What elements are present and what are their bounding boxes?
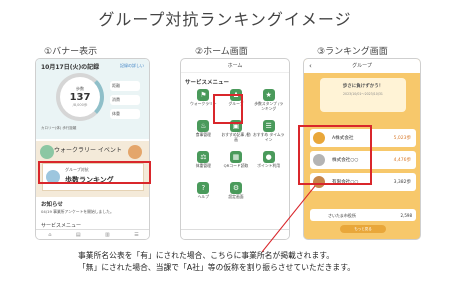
own-group-name: さいたま市役所 [328,213,356,218]
menu-item-qr[interactable]: ▦ QRコード読取 [220,150,253,176]
page-title: グループ対抗ランキングイメージ [98,10,352,29]
goal-card: 歩さに負けずかう！ 2023/10/01〜2023/10/31 [320,78,406,112]
rank-value: 3,382歩 [393,180,411,185]
see-more-button[interactable]: もっと見る [340,225,386,233]
own-group-row[interactable]: さいたま市役所 2,598 [310,209,416,221]
gear-icon: ⚙ [229,182,242,194]
walk-icon: ⚑ [197,89,210,101]
side-stat-calorie[interactable]: 消費 [110,95,140,105]
menu-item-weight[interactable]: ⚖ 体重管理 [187,150,220,176]
notice-heading: お知らせ [41,202,63,208]
service-menu-heading: サービスメニュー [41,223,82,229]
person-illustration-icon [40,145,54,159]
steps-goal: /8,000歩 [72,103,88,107]
ranking-header-title: グループ [352,63,372,69]
section-label-ranking: ③ランキング画面 [317,47,388,57]
menu-item-timeline[interactable]: ☰ おすすめ タイムライン [252,119,285,145]
qr-icon: ▦ [229,151,242,163]
section-label-home: ②ホーム画面 [195,47,248,57]
daily-record-panel: 10月17日(火)の記録 記録の詳しい 歩数 137 /8,000歩 距離 消費… [36,59,149,139]
side-stat-distance[interactable]: 距離 [110,81,140,91]
bottom-tab-bar: ⌂ ▤ ▥ ☰ [36,229,149,239]
steps-count: 137 [69,92,91,103]
phone-banner-screen: 10月17日(火)の記録 記録の詳しい 歩数 137 /8,000歩 距離 消費… [35,58,150,240]
point-icon: ● [262,151,275,163]
menu-item-points[interactable]: ● ポイント利用 [252,150,285,176]
timeline-icon: ☰ [262,120,275,132]
section-label-banner: ①バナー表示 [44,47,98,57]
goal-title: 歩さに負けずかう！ [342,84,384,89]
service-menu-heading: サービスメニュー [185,80,230,86]
menu-item-step-ranking[interactable]: ★ 歩数スタンプ /ランキング [252,88,285,114]
highlight-ranking-list [298,125,372,185]
menu-item-settings[interactable]: ⚙ 設定画面 [220,181,253,207]
side-stat-weight[interactable]: 体重 [110,109,140,119]
event-title: ウォークラリー イベント [54,147,122,154]
help-icon: ? [197,182,210,194]
calorie-row: カロリー(体) 歩行距離 [41,126,77,130]
menu-item-help[interactable]: ? ヘルプ [187,181,220,207]
goal-period: 2023/10/01〜2023/10/31 [343,92,383,96]
scale-icon: ⚖ [197,151,210,163]
phone-home-screen: ホーム サービスメニュー ⚑ ウォークラリー ♟ グループ ★ 歩数スタンプ /ランキ… [180,58,290,240]
rank-value: 4,476歩 [393,158,411,163]
back-arrow-icon[interactable]: ‹ [309,59,312,73]
steps-ring: 歩数 137 /8,000歩 [56,73,104,121]
note-line-1: 事業所名公表を「有」にされた場合、こちらに事業所名が掲載されます。 [78,251,335,260]
list-tab-icon[interactable]: ▤ [76,232,81,238]
home-header: ホーム [181,59,289,73]
meal-icon: ♨ [197,120,210,132]
ranking-header: ‹ グループ [304,59,420,73]
record-detail-link[interactable]: 記録の詳しい [120,63,144,69]
bottom-tab-bar [181,229,289,239]
rank-value: 5,023歩 [393,136,411,141]
chart-tab-icon[interactable]: ▥ [105,232,110,238]
note-line-2: 「無」にされた場合、当課で「A社」等の仮称を割り振らさせていただきます。 [78,263,355,272]
highlight-banner [38,161,151,184]
menu-tab-icon[interactable]: ☰ [134,232,138,238]
home-tab-icon[interactable]: ⌂ [48,232,51,238]
person-illustration-icon [128,145,142,159]
stamp-icon: ★ [262,89,275,101]
notice-item[interactable]: 04/19 事業所アンケートを開始しました。 [41,209,114,215]
highlight-group-menu [213,94,243,124]
own-group-value: 2,598 [400,213,412,218]
